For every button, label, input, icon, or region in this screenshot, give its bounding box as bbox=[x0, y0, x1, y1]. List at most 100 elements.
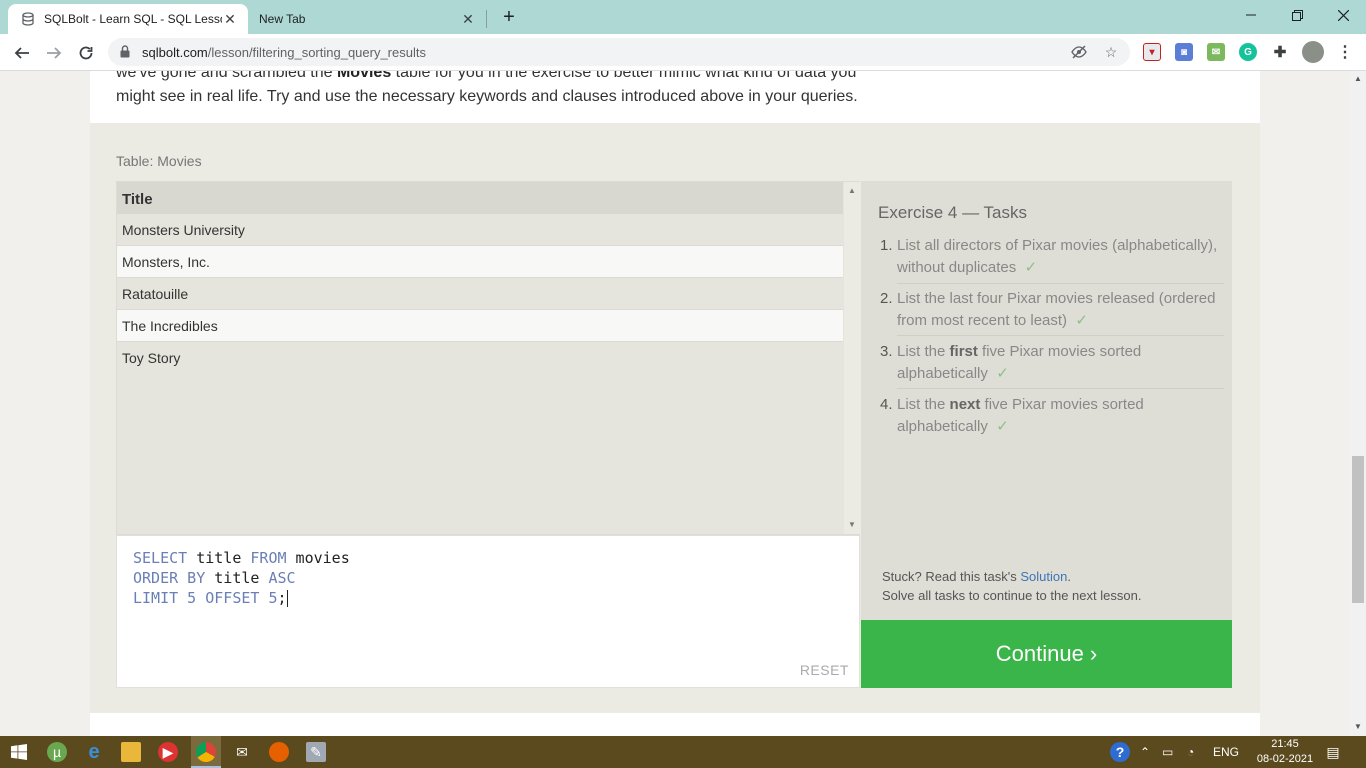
task-text: List all directors of Pixar movies (alph… bbox=[897, 237, 1218, 276]
reload-icon[interactable] bbox=[73, 40, 99, 66]
wifi-icon[interactable]: ◔ bbox=[1187, 736, 1194, 768]
task-item: 1. List all directors of Pixar movies (a… bbox=[878, 235, 1224, 279]
continue-button[interactable]: Continue › bbox=[861, 620, 1232, 688]
stuck-text: Stuck? Read this task's bbox=[882, 569, 1021, 584]
checkmark-icon: ✓ bbox=[996, 418, 1009, 435]
url-text: sqlbolt.com/lesson/filtering_sorting_que… bbox=[142, 45, 426, 60]
sql-editor[interactable]: SELECT title FROM movies ORDER BY title … bbox=[116, 535, 860, 688]
notification-icon[interactable]: ▤ bbox=[1323, 742, 1343, 762]
chevron-up-icon[interactable]: ⌃ bbox=[1140, 736, 1150, 768]
close-tab-icon[interactable]: ✕ bbox=[222, 11, 238, 27]
clock-time: 21:45 bbox=[1271, 738, 1299, 750]
page-viewport: we've gone and scrambled the Movies tabl… bbox=[0, 71, 1350, 736]
stuck-text: Solve all tasks to continue to the next … bbox=[882, 588, 1142, 603]
clock[interactable]: 21:45 08-02-2021 bbox=[1254, 737, 1316, 767]
sql-keyword: OFFSET bbox=[205, 589, 260, 607]
reset-button[interactable]: RESET bbox=[800, 662, 849, 678]
results-scrollbar[interactable]: ▲ ▼ bbox=[844, 182, 860, 534]
task-text: List the bbox=[897, 396, 950, 413]
media-player-icon[interactable]: ▶ bbox=[158, 742, 178, 762]
lesson-intro-text: we've gone and scrambled the Movies tabl… bbox=[116, 71, 936, 109]
chrome-icon[interactable] bbox=[196, 742, 216, 762]
task-number: 3. bbox=[880, 343, 893, 360]
task-text: List the last four Pixar movies released… bbox=[897, 290, 1216, 329]
sql-number: 5 bbox=[259, 589, 278, 607]
table-row: Toy Story bbox=[117, 342, 843, 374]
language-indicator[interactable]: ENG bbox=[1213, 736, 1239, 768]
url-host: sqlbolt.com bbox=[142, 45, 208, 60]
edge-icon[interactable]: e bbox=[84, 741, 104, 763]
intro-text: we've gone and scrambled the bbox=[116, 71, 337, 81]
file-explorer-icon[interactable] bbox=[121, 742, 141, 762]
task-text: List the bbox=[897, 343, 950, 360]
tab-new-tab[interactable]: New Tab ✕ bbox=[248, 4, 486, 34]
battery-icon[interactable]: ▭ bbox=[1162, 736, 1173, 768]
sql-keyword: ASC bbox=[268, 569, 296, 587]
task-divider bbox=[897, 283, 1224, 284]
camera-extension-icon[interactable]: ◙ bbox=[1175, 43, 1193, 61]
intro-text: might see in real life. Try and use the … bbox=[116, 88, 858, 105]
lock-icon[interactable] bbox=[120, 45, 130, 63]
text-caret bbox=[286, 590, 288, 607]
database-icon bbox=[20, 11, 36, 27]
utorrent-icon[interactable]: µ bbox=[47, 742, 67, 762]
intro-text: table for you in the exercise to better … bbox=[391, 71, 857, 81]
tab-sqlbolt[interactable]: SQLBolt - Learn SQL - SQL Lesso ✕ bbox=[8, 4, 248, 34]
task-number: 1. bbox=[880, 237, 893, 254]
results-table: Title Monsters University Monsters, Inc.… bbox=[116, 181, 860, 535]
scroll-up-arrow-icon[interactable]: ▲ bbox=[1354, 74, 1362, 83]
task-number: 4. bbox=[880, 396, 893, 413]
scrollbar-thumb[interactable] bbox=[1352, 456, 1364, 603]
mail-extension-icon[interactable]: ✉ bbox=[1207, 43, 1225, 61]
profile-avatar[interactable] bbox=[1302, 41, 1324, 63]
restore-icon[interactable] bbox=[1274, 0, 1320, 30]
minimize-icon[interactable] bbox=[1228, 0, 1274, 30]
scroll-down-arrow-icon[interactable]: ▼ bbox=[1354, 722, 1362, 731]
sql-text: title bbox=[187, 549, 251, 567]
new-tab-plus-icon[interactable]: + bbox=[498, 7, 520, 29]
table-label: Table: Movies bbox=[116, 153, 202, 169]
windows-taskbar: µ e ▶ ✉ ✎ ? ⌃ ▭ ◔ ENG 21:45 08-02-2021 ▤ bbox=[0, 736, 1366, 768]
eye-slash-icon[interactable] bbox=[1070, 44, 1088, 60]
grammarly-extension-icon[interactable]: G bbox=[1239, 43, 1257, 61]
solution-link[interactable]: Solution bbox=[1020, 569, 1067, 584]
tab-title: New Tab bbox=[259, 12, 306, 26]
browser-toolbar: sqlbolt.com/lesson/filtering_sorting_que… bbox=[0, 34, 1366, 71]
checkmark-icon: ✓ bbox=[1024, 259, 1038, 276]
back-arrow-icon[interactable] bbox=[9, 40, 35, 66]
scroll-down-arrow-icon[interactable]: ▼ bbox=[848, 520, 856, 529]
paint-icon[interactable]: ✎ bbox=[306, 742, 326, 762]
puzzle-extensions-icon[interactable]: ✚ bbox=[1271, 43, 1289, 61]
address-bar[interactable]: sqlbolt.com/lesson/filtering_sorting_que… bbox=[108, 38, 1130, 66]
intro-bold: Movies bbox=[336, 71, 392, 81]
close-tab-icon[interactable]: ✕ bbox=[460, 11, 476, 27]
tab-title: SQLBolt - Learn SQL - SQL Lesso bbox=[44, 12, 222, 26]
scroll-up-arrow-icon[interactable]: ▲ bbox=[848, 186, 856, 195]
page-scrollbar[interactable]: ▲ ▼ bbox=[1350, 71, 1366, 736]
close-window-icon[interactable] bbox=[1320, 0, 1366, 30]
help-icon[interactable]: ? bbox=[1110, 742, 1130, 762]
mail-icon[interactable]: ✉ bbox=[232, 742, 252, 762]
tasks-title: Exercise 4 — Tasks bbox=[878, 203, 1027, 222]
pocket-extension-icon[interactable]: ▾ bbox=[1143, 43, 1161, 61]
sql-text: title bbox=[205, 569, 269, 587]
task-number: 2. bbox=[880, 290, 893, 307]
sql-text: movies bbox=[286, 549, 350, 567]
column-header-title: Title bbox=[117, 182, 843, 214]
windows-start-icon[interactable] bbox=[9, 742, 29, 762]
sql-text: ; bbox=[277, 589, 287, 607]
sql-keyword: ORDER BY bbox=[133, 569, 206, 587]
task-divider bbox=[897, 335, 1224, 336]
table-row: The Incredibles bbox=[117, 310, 843, 342]
task-item: 3. List the first five Pixar movies sort… bbox=[878, 341, 1224, 385]
clock-date: 08-02-2021 bbox=[1256, 753, 1314, 765]
table-row: Monsters University bbox=[117, 214, 843, 246]
kebab-menu-icon[interactable]: ⋮ bbox=[1336, 43, 1354, 61]
checkmark-icon: ✓ bbox=[996, 365, 1009, 382]
firefox-icon[interactable] bbox=[269, 742, 289, 762]
tab-separator bbox=[486, 10, 487, 28]
task-bold: next bbox=[949, 396, 981, 413]
forward-arrow-icon[interactable] bbox=[41, 40, 67, 66]
star-bookmark-icon[interactable]: ☆ bbox=[1102, 44, 1120, 60]
table-row: Ratatouille bbox=[117, 278, 843, 310]
